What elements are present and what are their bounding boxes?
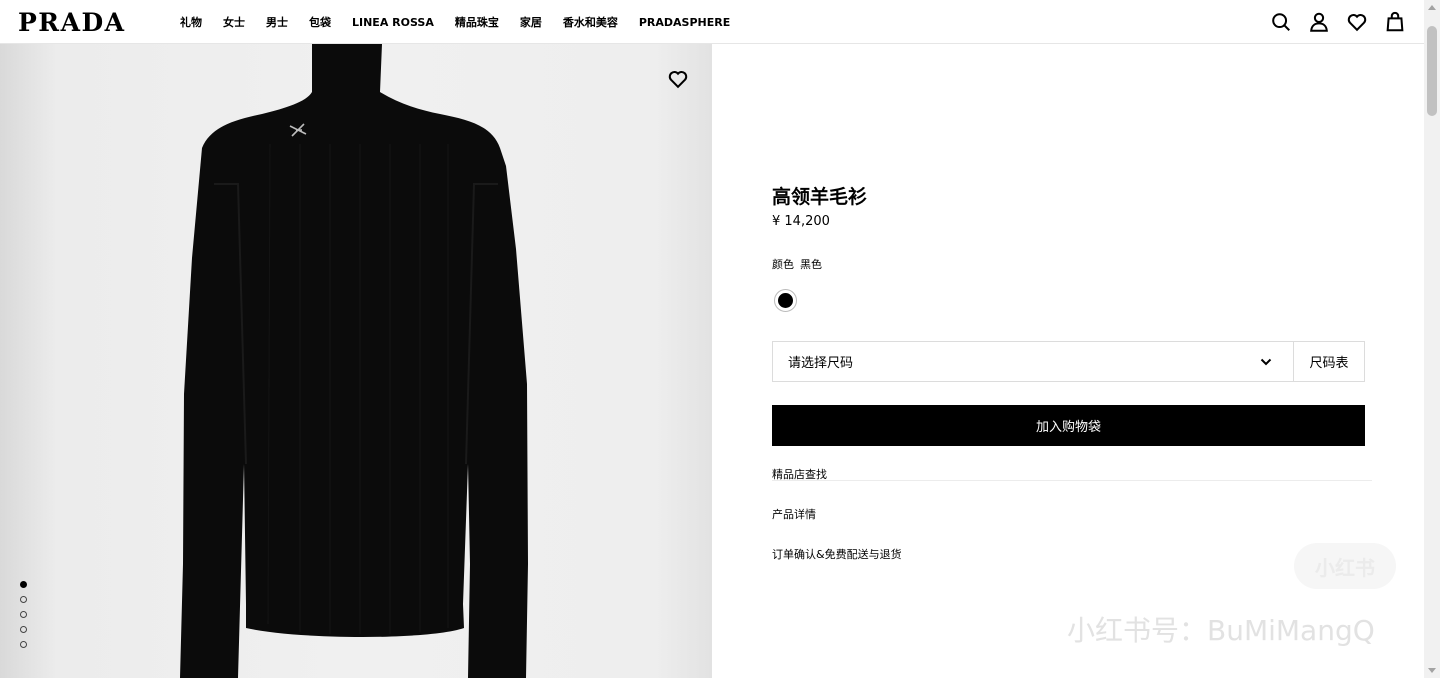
color-swatch-black[interactable]: [774, 289, 797, 312]
nav-item-women[interactable]: 女士: [223, 14, 245, 30]
nav-item-men[interactable]: 男士: [266, 14, 288, 30]
header-actions: [1254, 11, 1406, 33]
nav-item-gifts[interactable]: 礼物: [180, 14, 202, 30]
product-details-link[interactable]: 产品详情: [772, 506, 816, 522]
color-value: 黑色: [800, 258, 822, 271]
shopping-bag-icon[interactable]: [1384, 11, 1406, 33]
product-image: [180, 44, 528, 678]
size-select-placeholder: 请选择尺码: [788, 356, 854, 371]
nav-item-pradasphere[interactable]: PRADASPHERE: [639, 16, 730, 29]
gallery-pagination: [20, 581, 27, 656]
color-swatch-fill: [778, 293, 793, 308]
scroll-up-arrow-icon[interactable]: [1428, 5, 1436, 10]
size-select[interactable]: 请选择尺码: [772, 341, 1294, 382]
add-to-bag-button[interactable]: 加入购物袋: [772, 405, 1365, 446]
site-header: PRADA 礼物 女士 男士 包袋 LINEA ROSSA 精品珠宝 家居 香水…: [0, 0, 1424, 44]
divider: [772, 480, 1372, 481]
chevron-down-icon: [1260, 358, 1272, 366]
nav-item-bags[interactable]: 包袋: [309, 14, 331, 30]
gallery-dot[interactable]: [20, 626, 27, 633]
gallery-dot[interactable]: [20, 596, 27, 603]
search-icon[interactable]: [1270, 11, 1292, 33]
gallery-dot[interactable]: [20, 611, 27, 618]
nav-item-home[interactable]: 家居: [520, 14, 542, 30]
gallery-dot[interactable]: [20, 641, 27, 648]
watermark-badge: 小红书: [1294, 543, 1396, 589]
prada-logo[interactable]: PRADA: [18, 9, 126, 37]
wishlist-icon[interactable]: [1346, 11, 1368, 33]
product-title: 高领羊毛衫: [772, 186, 868, 208]
product-price: ¥ 14,200: [772, 214, 830, 229]
color-row: 颜色 黑色: [772, 256, 822, 272]
nav-item-linea-rossa[interactable]: LINEA ROSSA: [352, 16, 434, 29]
size-guide-button[interactable]: 尺码表: [1293, 341, 1365, 382]
account-icon[interactable]: [1308, 11, 1330, 33]
scroll-down-arrow-icon[interactable]: [1428, 668, 1436, 673]
gallery-dot[interactable]: [20, 581, 27, 588]
order-shipping-returns-link[interactable]: 订单确认&免费配送与退货: [772, 546, 902, 562]
product-gallery[interactable]: [0, 44, 712, 678]
add-to-wishlist-icon[interactable]: [667, 68, 689, 90]
main-nav: 礼物 女士 男士 包袋 LINEA ROSSA 精品珠宝 家居 香水和美容 PR…: [180, 0, 751, 44]
scrollbar-thumb[interactable]: [1427, 26, 1437, 116]
color-label: 颜色: [772, 258, 794, 271]
watermark-text: 小红书号：BuMiMangQ: [1067, 614, 1375, 647]
page-scrollbar[interactable]: [1424, 0, 1440, 678]
nav-item-beauty[interactable]: 香水和美容: [563, 14, 618, 30]
nav-item-fine-jewelry[interactable]: 精品珠宝: [455, 14, 499, 30]
